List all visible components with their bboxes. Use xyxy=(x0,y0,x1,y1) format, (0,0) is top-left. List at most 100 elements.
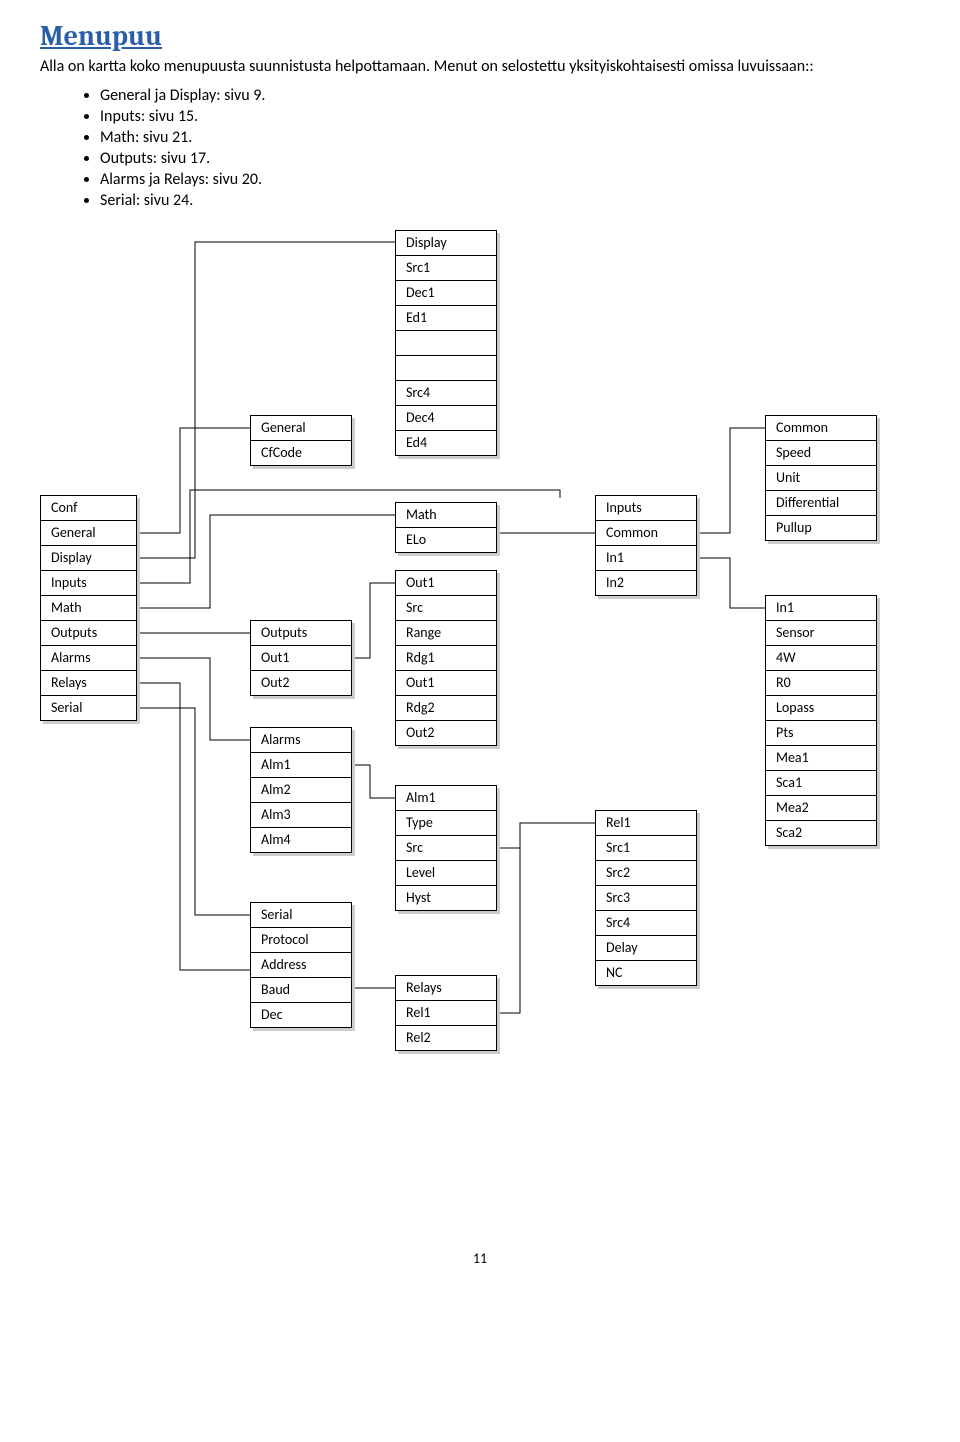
box-item: Mea1 xyxy=(766,746,876,771)
box-title: Math xyxy=(396,503,496,528)
box-title: General xyxy=(251,416,351,441)
box-title: Rel1 xyxy=(596,811,696,836)
box-in1: In1 Sensor 4W R0 Lopass Pts Mea1 Sca1 Me… xyxy=(765,595,877,846)
bullet-list: General ja Display: sivu 9. Inputs: sivu… xyxy=(40,86,920,210)
box-item: Address xyxy=(251,953,351,978)
box-item: Unit xyxy=(766,466,876,491)
box-item: Alm1 xyxy=(251,753,351,778)
box-item: Sca1 xyxy=(766,771,876,796)
box-item: Out1 xyxy=(396,671,496,696)
box-common: Common Speed Unit Differential Pullup xyxy=(765,415,877,541)
bullet-item: Outputs: sivu 17. xyxy=(100,149,920,168)
box-title: Conf xyxy=(41,496,136,521)
box-item: Type xyxy=(396,811,496,836)
box-title: In1 xyxy=(766,596,876,621)
box-item: Ed1 xyxy=(396,306,496,331)
box-item: Outputs xyxy=(41,621,136,646)
box-title: Alarms xyxy=(251,728,351,753)
box-item: Pullup xyxy=(766,516,876,540)
box-item: Rel1 xyxy=(396,1001,496,1026)
bullet-item: Inputs: sivu 15. xyxy=(100,107,920,126)
box-item: Delay xyxy=(596,936,696,961)
box-item: ELo xyxy=(396,528,496,552)
box-item: Src1 xyxy=(596,836,696,861)
box-item: Rdg2 xyxy=(396,696,496,721)
box-alm1: Alm1 Type Src Level Hyst xyxy=(395,785,497,911)
box-item: Common xyxy=(596,521,696,546)
box-item: Alm3 xyxy=(251,803,351,828)
box-math: Math ELo xyxy=(395,502,497,553)
box-item: Speed xyxy=(766,441,876,466)
box-item: Rel2 xyxy=(396,1026,496,1050)
bullet-item: Alarms ja Relays: sivu 20. xyxy=(100,170,920,189)
box-item: Ed4 xyxy=(396,431,496,455)
box-item: In2 xyxy=(596,571,696,595)
box-rel1: Rel1 Src1 Src2 Src3 Src4 Delay NC xyxy=(595,810,697,986)
box-item: Dec1 xyxy=(396,281,496,306)
box-item: Pts xyxy=(766,721,876,746)
bullet-item: Math: sivu 21. xyxy=(100,128,920,147)
box-item: Sca2 xyxy=(766,821,876,845)
box-inputs: Inputs Common In1 In2 xyxy=(595,495,697,596)
box-item: Src2 xyxy=(596,861,696,886)
box-item: CfCode xyxy=(251,441,351,465)
box-item: Src3 xyxy=(596,886,696,911)
box-item: Mea2 xyxy=(766,796,876,821)
box-item: Display xyxy=(41,546,136,571)
box-alarms: Alarms Alm1 Alm2 Alm3 Alm4 xyxy=(250,727,352,853)
page-number: 11 xyxy=(40,1250,920,1267)
box-title: Outputs xyxy=(251,621,351,646)
box-item: Relays xyxy=(41,671,136,696)
box-conf: Conf General Display Inputs Math Outputs… xyxy=(40,495,137,721)
box-item: Serial xyxy=(41,696,136,720)
box-item: Out1 xyxy=(251,646,351,671)
box-item: Baud xyxy=(251,978,351,1003)
box-item: Src4 xyxy=(596,911,696,936)
box-item: Rdg1 xyxy=(396,646,496,671)
bullet-item: Serial: sivu 24. xyxy=(100,191,920,210)
box-item: In1 xyxy=(596,546,696,571)
box-title: Alm1 xyxy=(396,786,496,811)
box-title: Serial xyxy=(251,903,351,928)
box-item: Alm4 xyxy=(251,828,351,852)
box-item: Math xyxy=(41,596,136,621)
box-item: Alm2 xyxy=(251,778,351,803)
box-item: Hyst xyxy=(396,886,496,910)
box-item: Out2 xyxy=(251,671,351,695)
box-item: Differential xyxy=(766,491,876,516)
box-title: Relays xyxy=(396,976,496,1001)
page-heading: Menupuu xyxy=(40,20,920,52)
box-item: Src xyxy=(396,836,496,861)
bullet-item: General ja Display: sivu 9. xyxy=(100,86,920,105)
box-item: Level xyxy=(396,861,496,886)
box-item: 4W xyxy=(766,646,876,671)
box-item: Protocol xyxy=(251,928,351,953)
box-item xyxy=(396,356,496,381)
box-item: Dec xyxy=(251,1003,351,1027)
menu-tree-diagram: Display Src1 Dec1 Ed1 Src4 Dec4 Ed4 Gene… xyxy=(40,230,920,1230)
box-item: Lopass xyxy=(766,696,876,721)
box-relays: Relays Rel1 Rel2 xyxy=(395,975,497,1051)
box-display: Display Src1 Dec1 Ed1 Src4 Dec4 Ed4 xyxy=(395,230,497,456)
box-item xyxy=(396,331,496,356)
box-serial: Serial Protocol Address Baud Dec xyxy=(250,902,352,1028)
box-title: Out1 xyxy=(396,571,496,596)
box-title: Common xyxy=(766,416,876,441)
box-title: Inputs xyxy=(596,496,696,521)
box-item: Out2 xyxy=(396,721,496,745)
box-item: Sensor xyxy=(766,621,876,646)
box-outputs: Outputs Out1 Out2 xyxy=(250,620,352,696)
intro-text: Alla on kartta koko menupuusta suunnistu… xyxy=(40,56,920,78)
box-item: Range xyxy=(396,621,496,646)
box-item: NC xyxy=(596,961,696,985)
box-item: General xyxy=(41,521,136,546)
box-item: Dec4 xyxy=(396,406,496,431)
box-item: R0 xyxy=(766,671,876,696)
box-item: Inputs xyxy=(41,571,136,596)
box-item: Src4 xyxy=(396,381,496,406)
box-general: General CfCode xyxy=(250,415,352,466)
box-item: Alarms xyxy=(41,646,136,671)
box-item: Src xyxy=(396,596,496,621)
box-out1: Out1 Src Range Rdg1 Out1 Rdg2 Out2 xyxy=(395,570,497,746)
box-title: Display xyxy=(396,231,496,256)
